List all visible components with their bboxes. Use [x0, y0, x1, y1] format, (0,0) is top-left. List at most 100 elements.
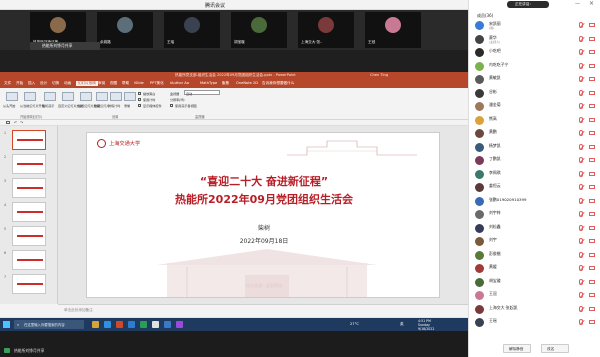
timings-checkbox[interactable]: [138, 98, 141, 101]
camera-off-icon[interactable]: [589, 104, 595, 108]
mic-muted-icon[interactable]: [579, 76, 583, 82]
word-icon[interactable]: [128, 321, 135, 328]
slide-thumbnail[interactable]: [12, 202, 46, 222]
video-tile[interactable]: 上海交大·张..: [298, 12, 354, 48]
ribbon-tab[interactable]: 动画: [64, 81, 71, 86]
mic-muted-icon[interactable]: [579, 62, 583, 69]
camera-off-icon[interactable]: [589, 225, 595, 230]
member-row[interactable]: 潘金菊: [469, 101, 600, 113]
current-slide[interactable]: 上海交通大学 “喜迎二十大 奋进新征程” 热能所2022年09月党团组织生活会: [86, 132, 440, 298]
ribbon-tab[interactable]: 插入: [28, 81, 35, 86]
undo-icon[interactable]: ↶: [14, 120, 17, 125]
camera-off-icon[interactable]: [589, 50, 595, 54]
mic-muted-icon[interactable]: [579, 35, 583, 42]
mic-muted-icon[interactable]: [579, 305, 583, 312]
ribbon-tab[interactable]: 帮助: [122, 81, 129, 86]
member-row[interactable]: 黄媛: [469, 263, 600, 275]
camera-off-icon[interactable]: [589, 266, 595, 270]
mic-muted-icon[interactable]: [579, 251, 583, 258]
mic-muted-icon[interactable]: [579, 238, 583, 244]
member-row[interactable]: 赛华 (主持人): [469, 34, 600, 46]
mic-muted-icon[interactable]: [579, 278, 583, 285]
member-row[interactable]: 谷彬: [469, 88, 600, 100]
camera-off-icon[interactable]: [589, 158, 595, 162]
share-label[interactable]: 热能所刘铮月共享: [30, 42, 100, 50]
from-current-button[interactable]: [24, 92, 36, 101]
camera-off-icon[interactable]: [589, 117, 595, 122]
camera-off-icon[interactable]: [589, 320, 595, 324]
edge-icon[interactable]: [104, 321, 111, 328]
mic-muted-icon[interactable]: [579, 224, 583, 231]
camera-off-icon[interactable]: [589, 131, 595, 135]
member-row[interactable]: 彭俊楷: [469, 250, 600, 262]
camera-off-icon[interactable]: [589, 90, 595, 95]
camera-off-icon[interactable]: [589, 239, 595, 243]
member-row[interactable]: 刘松鑫: [469, 223, 600, 235]
camera-off-icon[interactable]: [589, 63, 595, 68]
record-button[interactable]: [124, 92, 136, 101]
camera-off-icon[interactable]: [589, 36, 595, 41]
mic-muted-icon[interactable]: [579, 130, 583, 136]
slide-thumbnail[interactable]: [12, 178, 46, 198]
mic-muted-icon[interactable]: [579, 265, 583, 271]
monitor-select[interactable]: 自动: [184, 90, 220, 96]
mic-muted-icon[interactable]: [579, 89, 583, 96]
setup-show-button[interactable]: [80, 92, 92, 101]
video-tile[interactable]: 王瑶: [164, 12, 220, 48]
mic-muted-icon[interactable]: [579, 49, 583, 55]
camera-off-icon[interactable]: [589, 171, 595, 176]
narration-checkbox[interactable]: [138, 92, 141, 95]
camera-off-icon[interactable]: [589, 77, 595, 81]
share-screen-icon[interactable]: [4, 348, 10, 353]
taskbar-search[interactable]: ⌕ 在这里输入你要搜索的内容: [14, 320, 84, 329]
ribbon-tab[interactable]: iAuthor Aa: [170, 81, 189, 85]
video-tile[interactable]: 王冠: [365, 12, 421, 48]
member-row[interactable]: 刘宇: [469, 236, 600, 248]
member-row[interactable]: 上海交大·张起凯: [469, 304, 600, 316]
ribbon-tab[interactable]: 聚焦: [222, 81, 229, 86]
custom-show-button[interactable]: [62, 92, 74, 101]
mic-muted-icon[interactable]: [579, 197, 583, 204]
from-start-button[interactable]: [6, 92, 18, 101]
ribbon-tab[interactable]: 切换: [52, 81, 59, 86]
slide-thumbnail[interactable]: [12, 250, 46, 270]
powerpoint-icon[interactable]: [116, 321, 123, 328]
taskbar-weather[interactable]: 27°C: [350, 322, 359, 326]
minimize-icon[interactable]: —: [575, 1, 580, 7]
member-row[interactable]: 姜恒云: [469, 182, 600, 194]
ribbon-tab[interactable]: 设计: [40, 81, 47, 86]
video-tile[interactable]: 胡宝璇: [231, 12, 287, 48]
member-row[interactable]: 刘宇梓: [469, 209, 600, 221]
ribbon-tab[interactable]: 开始: [16, 81, 23, 86]
windows-start-icon[interactable]: [3, 321, 10, 328]
mic-muted-icon[interactable]: [579, 184, 583, 190]
slide-thumbnail[interactable]: [12, 226, 46, 246]
member-row[interactable]: 杨梦凯: [469, 142, 600, 154]
rehearse-button[interactable]: [110, 92, 122, 101]
member-row[interactable]: 小吃吧: [469, 47, 600, 59]
ribbon-tab[interactable]: MathType: [200, 81, 217, 85]
camera-off-icon[interactable]: [589, 23, 595, 27]
ppt-user[interactable]: Chen Ting: [370, 73, 388, 77]
mic-muted-icon[interactable]: [579, 157, 583, 163]
media-controls-checkbox[interactable]: [138, 104, 141, 107]
file-explorer-icon[interactable]: [92, 321, 99, 328]
mic-muted-icon[interactable]: [579, 143, 583, 150]
camera-off-icon[interactable]: [589, 212, 595, 216]
slide-thumbnail[interactable]: [12, 274, 46, 294]
presenter-view-checkbox[interactable]: [170, 104, 173, 107]
chrome-icon[interactable]: [152, 321, 159, 328]
camera-off-icon[interactable]: [589, 293, 595, 297]
member-row[interactable]: 黄鹏: [469, 128, 600, 140]
member-row[interactable]: 王冠: [469, 290, 600, 302]
slide-thumbnail[interactable]: [12, 130, 46, 150]
member-row[interactable]: 丁鹏凯: [469, 155, 600, 167]
rename-button[interactable]: 改名: [541, 344, 569, 353]
video-tile[interactable]: 余姚路: [97, 12, 153, 48]
member-row[interactable]: 熊高: [469, 115, 600, 127]
ribbon-tab[interactable]: 幻灯片放映: [76, 81, 98, 86]
camera-off-icon[interactable]: [589, 198, 595, 203]
close-icon[interactable]: ×: [589, 0, 594, 7]
hide-slide-button[interactable]: [96, 92, 108, 101]
ribbon-tab[interactable]: 告诉我你想要做什么: [262, 81, 294, 86]
